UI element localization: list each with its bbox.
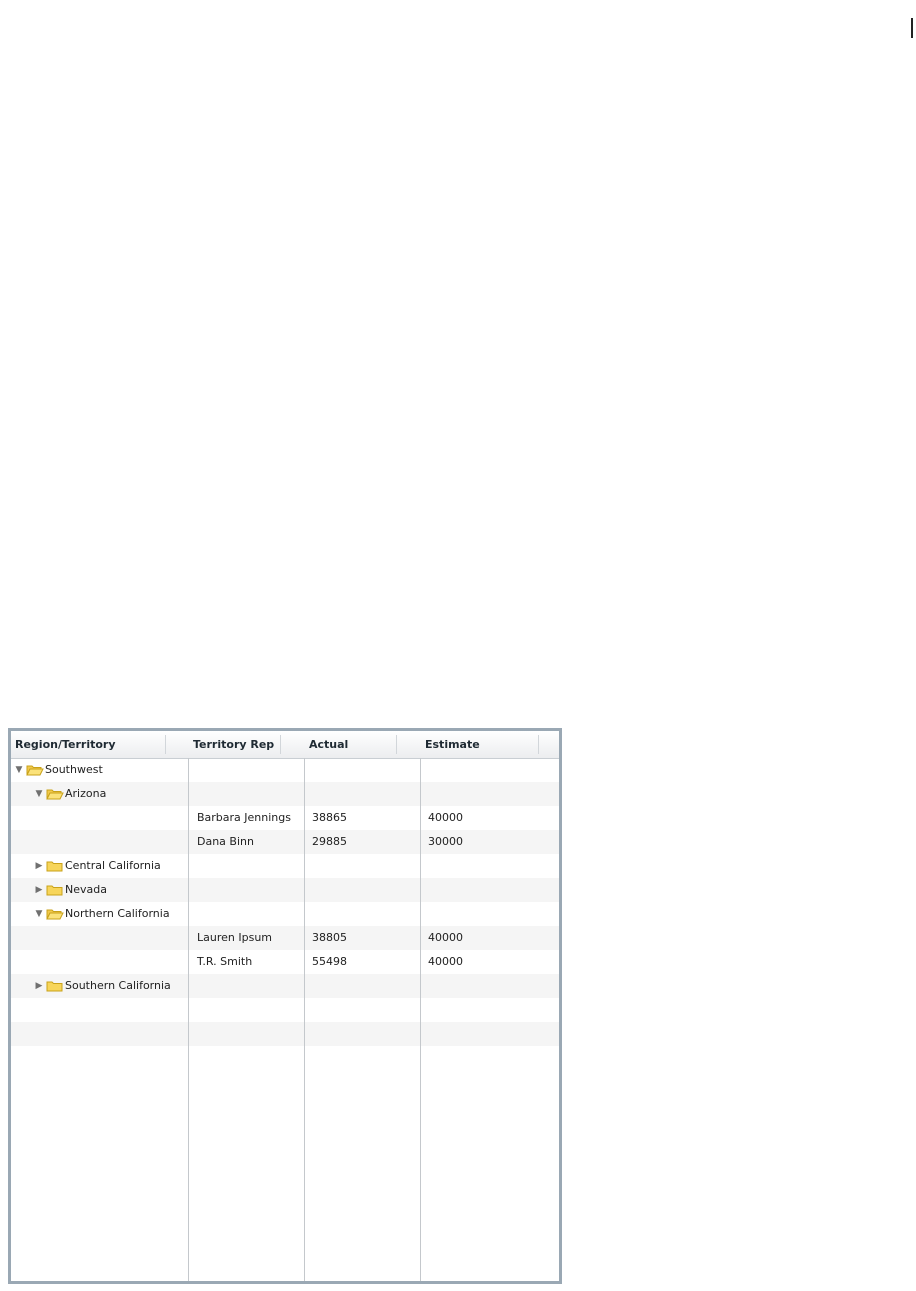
header-separator (165, 735, 166, 754)
tree-row[interactable]: ▼ Arizona (11, 782, 559, 806)
cell-estimate: 40000 (428, 931, 463, 944)
column-divider (420, 758, 421, 1281)
tree-row[interactable]: ▶ Nevada (11, 878, 559, 902)
table-row[interactable]: Dana Binn 29885 30000 (11, 830, 559, 854)
grid-header: Region/Territory Territory Rep Actual Es… (11, 731, 559, 759)
cell-estimate: 40000 (428, 955, 463, 968)
cell-estimate: 40000 (428, 811, 463, 824)
tree-node: ▶ Nevada (34, 878, 107, 902)
header-separator (538, 735, 539, 754)
tree-node-label: Arizona (65, 787, 107, 800)
cell-territory-rep: T.R. Smith (197, 955, 253, 968)
cell-actual: 55498 (312, 955, 347, 968)
triangle-down-icon[interactable]: ▼ (34, 782, 44, 806)
cell-actual: 38865 (312, 811, 347, 824)
tree-node-label: Southern California (65, 979, 171, 992)
header-separator (396, 735, 397, 754)
tree-node: ▼ Southwest (14, 758, 103, 782)
table-row[interactable] (11, 998, 559, 1022)
tree-node-label: Central California (65, 859, 161, 872)
tree-node-label: Southwest (45, 763, 103, 776)
header-separator (280, 735, 281, 754)
triangle-right-icon[interactable]: ▶ (34, 854, 44, 878)
tree-node-label: Nevada (65, 883, 107, 896)
tree-node: ▼ Arizona (34, 782, 107, 806)
column-header-region[interactable]: Region/Territory (11, 731, 189, 758)
cell-actual: 29885 (312, 835, 347, 848)
advanced-data-grid: Region/Territory Territory Rep Actual Es… (8, 728, 562, 1284)
tree-row[interactable]: ▼ Northern California (11, 902, 559, 926)
edge-marker (911, 18, 913, 38)
cell-territory-rep: Dana Binn (197, 835, 254, 848)
triangle-down-icon[interactable]: ▼ (34, 902, 44, 926)
folder-icon (46, 981, 63, 992)
folder-open-icon (46, 789, 64, 800)
column-divider (188, 758, 189, 1281)
tree-row[interactable]: ▶ Central California (11, 854, 559, 878)
table-row[interactable]: Lauren Ipsum 38805 40000 (11, 926, 559, 950)
triangle-right-icon[interactable]: ▶ (34, 974, 44, 998)
triangle-down-icon[interactable]: ▼ (14, 758, 24, 782)
tree-row[interactable]: ▼ Southwest (11, 758, 559, 782)
folder-icon (46, 885, 63, 896)
grid-body: ▶ Southern California T.R. Smith 55498 40000… (11, 758, 559, 1281)
tree-node: ▼ Northern California (34, 902, 170, 926)
tree-node: ▶ Central California (34, 854, 161, 878)
column-divider (304, 758, 305, 1281)
folder-open-icon (26, 765, 44, 776)
tree-node: ▶ Southern California (34, 974, 171, 998)
table-row[interactable]: T.R. Smith 55498 40000 (11, 950, 559, 974)
folder-icon (46, 861, 63, 872)
cell-estimate: 30000 (428, 835, 463, 848)
table-row[interactable] (11, 1022, 559, 1046)
column-header-actual[interactable]: Actual (305, 731, 421, 758)
triangle-right-icon[interactable]: ▶ (34, 878, 44, 902)
cell-territory-rep: Lauren Ipsum (197, 931, 273, 944)
table-row[interactable]: Barbara Jennings 38865 40000 (11, 806, 559, 830)
cell-territory-rep: Barbara Jennings (197, 811, 291, 824)
cell-actual: 38805 (312, 931, 347, 944)
tree-node-label: Northern California (65, 907, 170, 920)
folder-open-icon (46, 909, 64, 920)
tree-row[interactable]: ▶ Southern California (11, 974, 559, 998)
column-header-territory-rep[interactable]: Territory Rep (189, 731, 305, 758)
